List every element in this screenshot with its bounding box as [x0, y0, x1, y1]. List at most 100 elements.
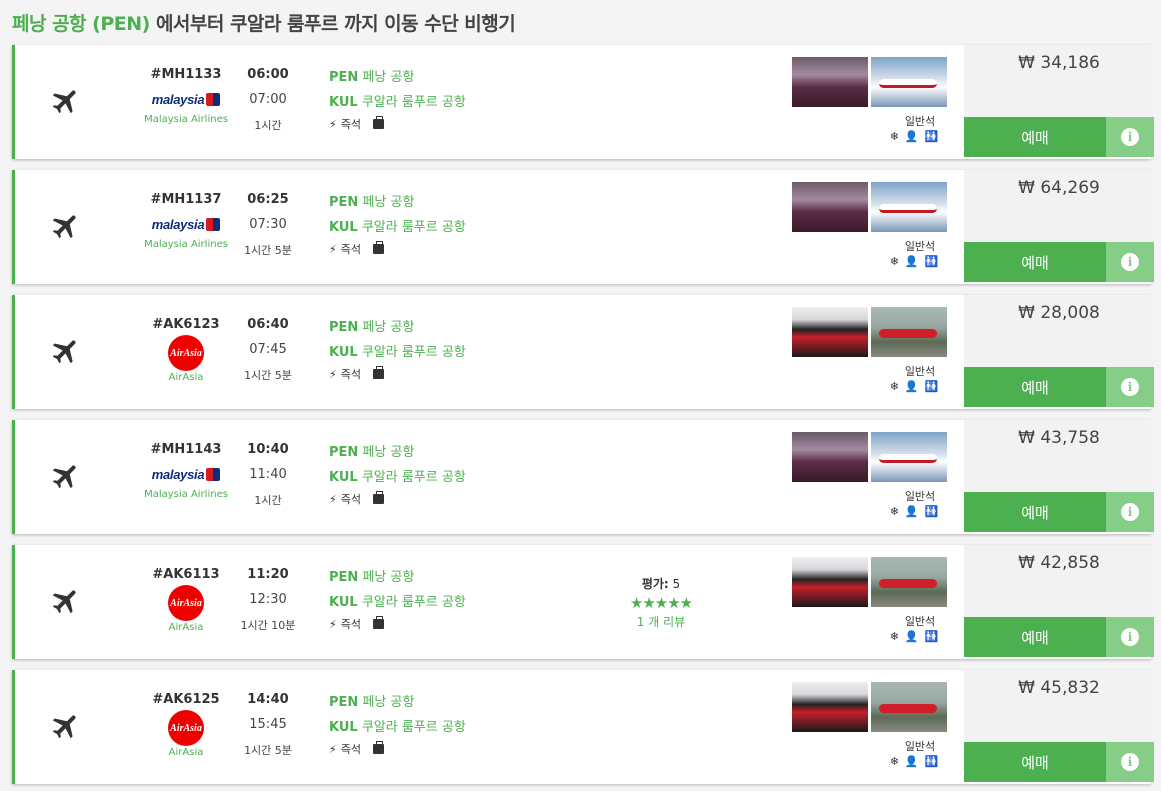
info-icon: i — [1121, 128, 1139, 146]
airplane-icon — [50, 460, 82, 492]
route-destination: KUL 쿠알라 룸푸르 공항 — [329, 595, 466, 610]
book-button[interactable]: 예매 — [964, 117, 1106, 157]
schedule: 11:20 12:30 1시간 10분 — [228, 567, 308, 633]
briefcase-icon — [372, 616, 384, 629]
book-button[interactable]: 예매 — [964, 242, 1106, 282]
instant-label: 즉석 — [340, 118, 361, 131]
aircraft-photo[interactable] — [871, 57, 947, 107]
aircraft-photo[interactable] — [871, 307, 947, 357]
snowflake-icon: ❄ — [889, 505, 899, 518]
aircraft-photo[interactable] — [871, 182, 947, 232]
cabin-photo[interactable] — [792, 432, 868, 482]
flight-card[interactable]: #MH1143 malaysia Malaysia Airlines 10:40 11:… — [12, 420, 1154, 534]
rating-stars: ★★★★★ — [629, 594, 693, 612]
info-icon: i — [1121, 628, 1139, 646]
info-button[interactable]: i — [1106, 242, 1154, 282]
airplane-icon — [50, 710, 82, 742]
cabin-photo[interactable] — [792, 557, 868, 607]
restroom-icon: 🚻 — [924, 380, 939, 393]
aircraft-photo[interactable] — [871, 432, 947, 482]
departure-time: 06:40 — [247, 317, 289, 332]
features: ⚡ 즉석 — [329, 366, 589, 382]
restroom-icon: 🚻 — [924, 755, 939, 768]
schedule: 10:40 11:40 1시간 — [228, 442, 308, 508]
seat-class: 일반석 — [904, 490, 936, 503]
book-button[interactable]: 예매 — [964, 492, 1106, 532]
route-destination: KUL 쿠알라 룸푸르 공항 — [329, 220, 466, 235]
rating: 평가: 5 ★★★★★ 1 개 리뷰 — [611, 575, 711, 630]
route-destination: KUL 쿠알라 룸푸르 공항 — [329, 720, 466, 735]
arrival-time: 12:30 — [249, 592, 287, 607]
aircraft-photo[interactable] — [871, 557, 947, 607]
arrival-time: 15:45 — [249, 717, 287, 732]
departure-time: 06:00 — [247, 67, 289, 82]
info-button[interactable]: i — [1106, 617, 1154, 657]
cabin-photo[interactable] — [792, 682, 868, 732]
arrival-time: 07:00 — [249, 92, 287, 107]
instant-label: 즉석 — [340, 243, 361, 256]
price-box: ₩ 34,186 — [964, 45, 1154, 117]
info-button[interactable]: i — [1106, 742, 1154, 782]
features: ⚡ 즉석 — [329, 741, 589, 757]
amenities: ❄ 👤 🚻 — [879, 255, 949, 268]
aircraft-photo[interactable] — [871, 682, 947, 732]
book-button[interactable]: 예매 — [964, 367, 1106, 407]
bolt-icon: ⚡ — [329, 492, 337, 506]
book-button[interactable]: 예매 — [964, 742, 1106, 782]
briefcase-icon — [372, 741, 384, 754]
airplane-icon — [50, 335, 82, 367]
schedule: 14:40 15:45 1시간 5분 — [228, 692, 308, 758]
cabin-photo[interactable] — [792, 307, 868, 357]
briefcase-icon — [372, 491, 384, 504]
restroom-icon: 🚻 — [924, 630, 939, 643]
arrival-time: 07:45 — [249, 342, 287, 357]
airasia-logo: AirAsia — [168, 335, 204, 371]
info-button[interactable]: i — [1106, 367, 1154, 407]
route-origin: PEN 페낭 공항 — [329, 445, 415, 460]
duration: 1시간 5분 — [244, 744, 292, 757]
arrival-time: 07:30 — [249, 217, 287, 232]
seat-class: 일반석 — [904, 615, 936, 628]
airasia-logo: AirAsia — [168, 585, 204, 621]
cabin-photo[interactable] — [792, 57, 868, 107]
flight-card[interactable]: #AK6125 AirAsia AirAsia 14:40 15:45 1시간 5분 PEN… — [12, 670, 1154, 784]
route-origin: PEN 페낭 공항 — [329, 195, 415, 210]
airplane-icon — [50, 585, 82, 617]
flight-card[interactable]: #MH1137 malaysia Malaysia Airlines 06:25 07:… — [12, 170, 1154, 284]
malaysia-airlines-logo: malaysia — [152, 217, 221, 232]
snowflake-icon: ❄ — [889, 255, 899, 268]
instant-label: 즉석 — [340, 618, 361, 631]
seat-icon: 👤 — [904, 380, 919, 393]
price-box: ₩ 43,758 — [964, 420, 1154, 492]
bolt-icon: ⚡ — [329, 117, 337, 131]
info-button[interactable]: i — [1106, 492, 1154, 532]
snowflake-icon: ❄ — [889, 130, 899, 143]
route: PEN 페낭 공항 KUL 쿠알라 룸푸르 공항 ⚡ 즉석 — [329, 566, 589, 632]
info-button[interactable]: i — [1106, 117, 1154, 157]
info-icon: i — [1121, 378, 1139, 396]
duration: 1시간 5분 — [244, 244, 292, 257]
flight-card[interactable]: #AK6113 AirAsia AirAsia 11:20 12:30 1시간 10분 PE… — [12, 545, 1154, 659]
features: ⚡ 즉석 — [329, 491, 589, 507]
amenities: ❄ 👤 🚻 — [879, 505, 949, 518]
amenities: ❄ 👤 🚻 — [879, 130, 949, 143]
cabin-photo[interactable] — [792, 182, 868, 232]
price-box: ₩ 45,832 — [964, 670, 1154, 742]
airplane-icon — [50, 210, 82, 242]
departure-time: 14:40 — [247, 692, 289, 707]
price: ₩ 45,832 — [1018, 678, 1100, 698]
info-icon: i — [1121, 503, 1139, 521]
route-destination: KUL 쿠알라 룸푸르 공항 — [329, 95, 466, 110]
features: ⚡ 즉석 — [329, 241, 589, 257]
features: ⚡ 즉석 — [329, 616, 589, 632]
reviews-link[interactable]: 1 개 리뷰 — [611, 613, 711, 630]
bolt-icon: ⚡ — [329, 742, 337, 756]
flight-card[interactable]: #MH1133 malaysia Malaysia Airlines 06:00 07:… — [12, 45, 1154, 159]
price: ₩ 34,186 — [1018, 53, 1100, 73]
seat-icon: 👤 — [904, 755, 919, 768]
instant-label: 즉석 — [340, 368, 361, 381]
amenities: ❄ 👤 🚻 — [879, 630, 949, 643]
departure-time: 10:40 — [247, 442, 289, 457]
book-button[interactable]: 예매 — [964, 617, 1106, 657]
flight-card[interactable]: #AK6123 AirAsia AirAsia 06:40 07:45 1시간 5분 PEN… — [12, 295, 1154, 409]
